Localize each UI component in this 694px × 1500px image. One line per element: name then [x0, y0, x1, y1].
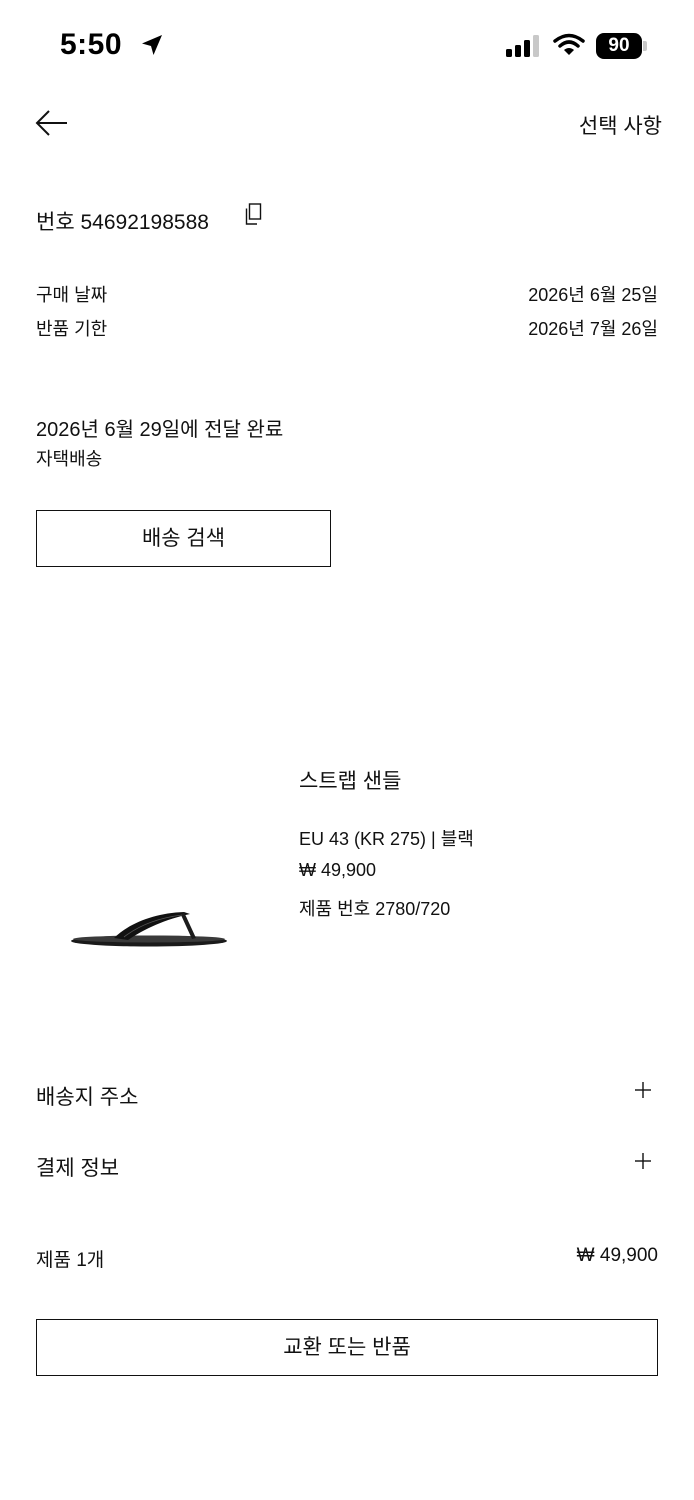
product-variant: EU 43 (KR 275) | 블랙 [299, 829, 474, 849]
track-shipment-button[interactable]: 배송 검색 [36, 510, 331, 567]
location-arrow-icon [142, 35, 162, 55]
plus-icon [635, 1082, 651, 1098]
items-count: 제품 1개 [36, 1250, 105, 1271]
shipping-address-section[interactable]: 배송지 주소 [36, 1075, 658, 1115]
delivery-status: 2026년 6월 29일에 전달 완료 [36, 419, 284, 441]
wifi-icon [553, 33, 585, 55]
payment-info-label: 결제 정보 [36, 1157, 120, 1180]
purchase-date-value: 2026년 6월 25일 [528, 285, 658, 305]
order-total: ₩ 49,900 [576, 1245, 658, 1266]
battery-level: 90 [596, 33, 642, 59]
product-price: ₩ 49,900 [299, 860, 377, 880]
battery-icon: 90 [596, 33, 648, 59]
plus-icon [635, 1153, 651, 1169]
product-reference: 제품 번호 2780/720 [299, 899, 451, 919]
exchange-return-button[interactable]: 교환 또는 반품 [36, 1319, 658, 1376]
payment-info-section[interactable]: 결제 정보 [36, 1146, 658, 1186]
back-arrow-icon[interactable] [34, 106, 70, 140]
status-time: 5:50 [60, 28, 123, 61]
options-link[interactable]: 선택 사항 [579, 110, 662, 140]
purchase-date-row: 구매 날짜 2026년 6월 25일 [36, 281, 658, 307]
return-deadline-label: 반품 기한 [36, 319, 108, 339]
copy-icon[interactable] [243, 203, 263, 227]
product-image[interactable] [66, 900, 232, 952]
order-summary-row: 제품 1개 ₩ 49,900 [36, 1245, 658, 1272]
status-bar: 5:50 90 [0, 0, 694, 92]
return-deadline-row: 반품 기한 2026년 7월 26일 [36, 315, 658, 341]
return-deadline-value: 2026년 7월 26일 [528, 319, 658, 339]
order-number: 번호 54692198588 [36, 211, 209, 234]
order-detail-page: 5:50 90 선택 사항 번호 54692198588 구매 날짜 2026년… [0, 0, 694, 1500]
shipping-address-label: 배송지 주소 [36, 1086, 139, 1109]
cellular-signal-icon [506, 35, 539, 57]
purchase-date-label: 구매 날짜 [36, 285, 108, 305]
delivery-method: 자택배송 [36, 449, 103, 469]
product-name[interactable]: 스트랩 샌들 [299, 765, 401, 795]
